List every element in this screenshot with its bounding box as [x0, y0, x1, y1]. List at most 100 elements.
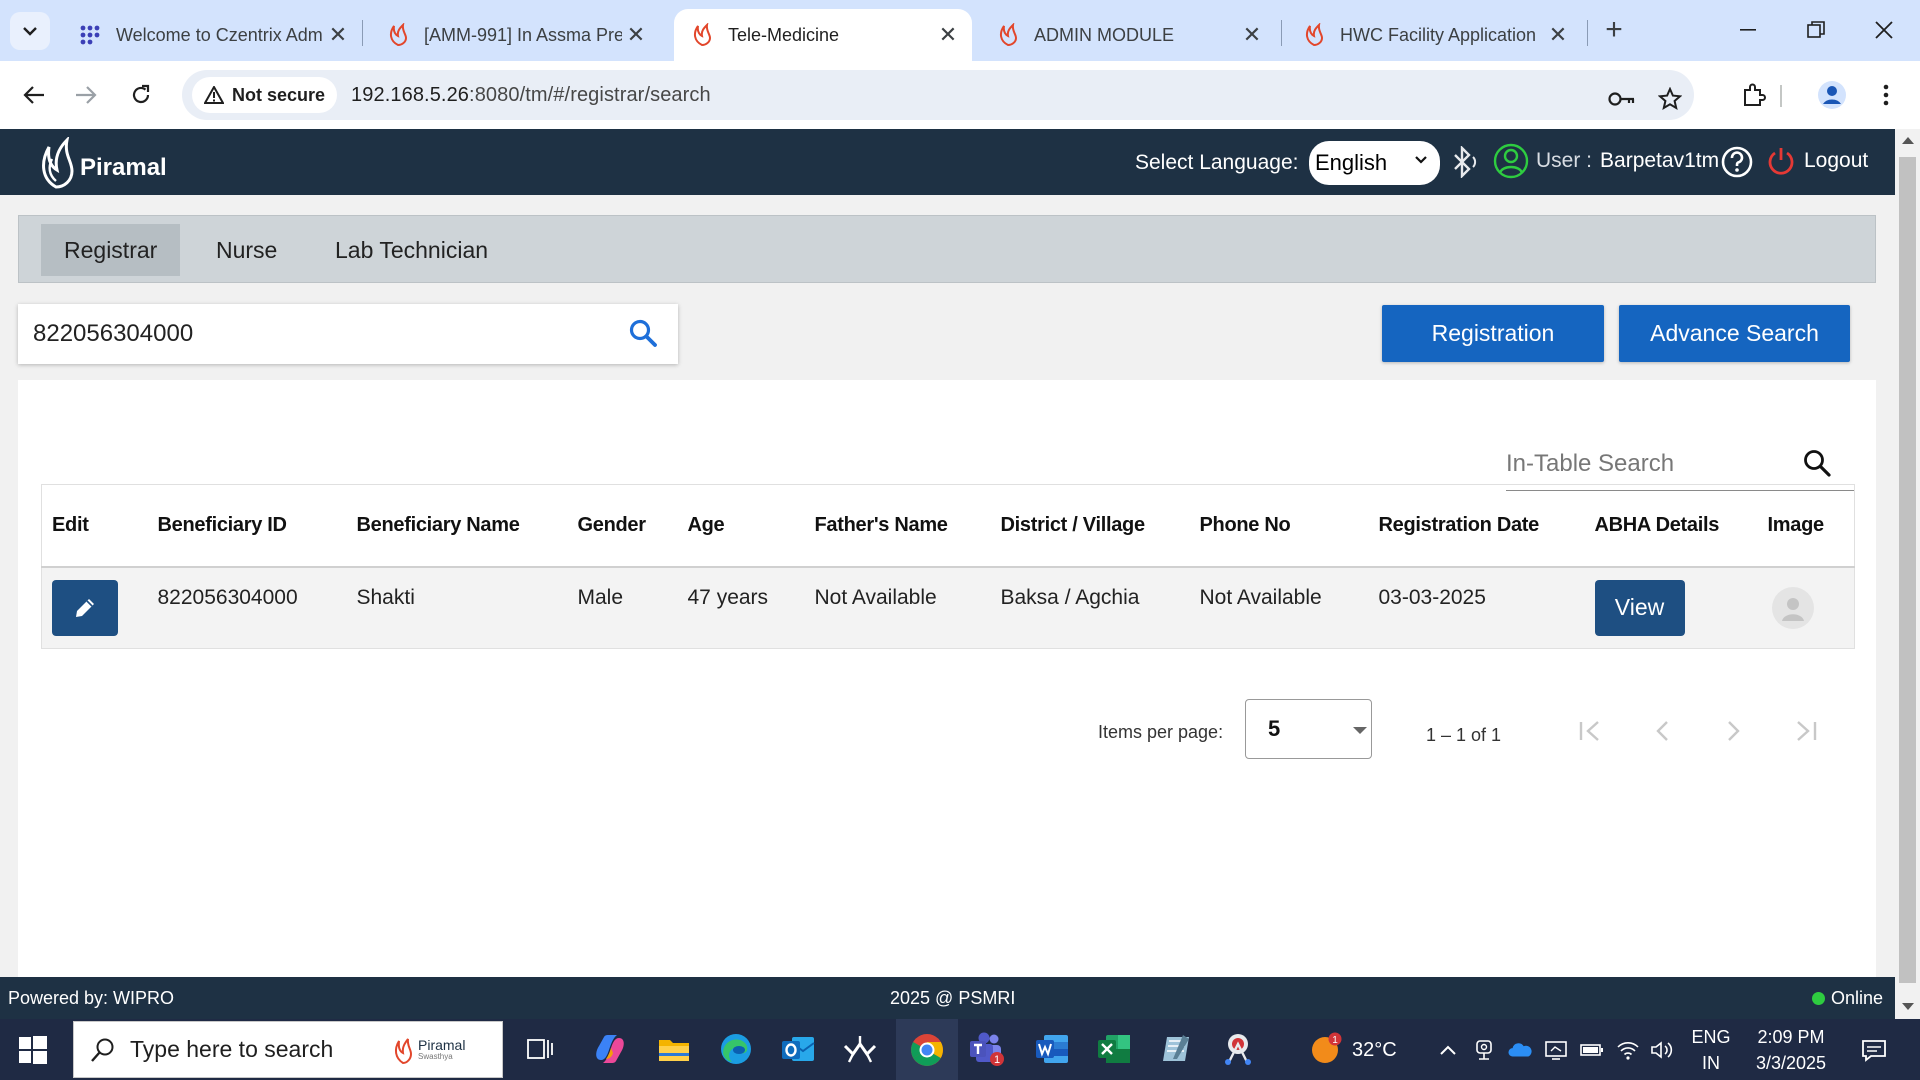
teams-badge: 1 [994, 1054, 1000, 1066]
next-page-button[interactable] [1716, 713, 1752, 749]
help-icon[interactable] [1720, 145, 1754, 179]
onedrive-icon[interactable] [1508, 1039, 1532, 1061]
teams-icon[interactable]: 1 [966, 1029, 1006, 1069]
volume-icon[interactable] [1650, 1039, 1674, 1061]
outlook-icon[interactable] [778, 1029, 818, 1069]
piramal-logo[interactable]: Piramal [38, 137, 167, 189]
notifications-icon[interactable] [1860, 1037, 1888, 1063]
scroll-down-arrow-icon[interactable] [1902, 1003, 1914, 1010]
snipping-tool-icon[interactable] [1218, 1029, 1258, 1069]
windows-start-icon[interactable] [18, 1035, 48, 1065]
display-icon[interactable] [1544, 1039, 1568, 1061]
tab-title: Welcome to Czentrix Adm [116, 24, 323, 45]
menu-kebab-icon[interactable] [1870, 79, 1902, 111]
notepad-icon[interactable] [1156, 1029, 1196, 1069]
address-bar[interactable]: Not secure 192.168.5.26:8080/tm/#/regist… [182, 70, 1694, 120]
gender-cell: Male [567, 566, 678, 649]
user-label: User : [1536, 149, 1593, 172]
extensions-icon[interactable] [1738, 79, 1770, 111]
tab-nurse[interactable]: Nurse [193, 224, 300, 276]
in-table-search-input[interactable] [1506, 450, 1796, 478]
items-per-page-label: Items per page: [1098, 722, 1224, 742]
profile-avatar-icon[interactable] [1816, 79, 1848, 111]
close-icon[interactable]: ✕ [1544, 21, 1572, 49]
search-icon[interactable] [1802, 448, 1834, 480]
word-icon[interactable] [1032, 1029, 1072, 1069]
camera-icon[interactable] [1472, 1039, 1496, 1061]
beneficiary-avatar-icon[interactable] [1771, 586, 1814, 629]
password-key-icon[interactable] [1608, 85, 1636, 113]
close-icon[interactable]: ✕ [622, 21, 650, 49]
url-text[interactable]: 192.168.5.26:8080/tm/#/registrar/search [351, 84, 711, 107]
edge-browser-icon[interactable] [716, 1029, 756, 1069]
weather-icon[interactable]: 1 [1306, 1029, 1346, 1069]
back-button[interactable] [16, 77, 52, 113]
registration-button[interactable]: Registration [1382, 305, 1604, 362]
input-language[interactable]: ENG IN [1688, 1024, 1734, 1076]
forward-button[interactable] [68, 77, 104, 113]
tab-admin-module[interactable]: ADMIN MODULE ✕ [980, 9, 1276, 61]
wifi-icon[interactable] [1616, 1039, 1640, 1061]
in-table-search [1506, 432, 1854, 491]
network-tool-icon[interactable] [840, 1029, 880, 1069]
language-select[interactable]: English [1309, 141, 1440, 185]
first-page-button[interactable] [1572, 713, 1608, 749]
logout-link[interactable]: Logout [1804, 149, 1868, 173]
scrollbar-thumb[interactable] [1899, 157, 1916, 983]
new-tab-button[interactable]: + [1598, 13, 1630, 46]
previous-page-button[interactable] [1644, 713, 1680, 749]
taskbar-search[interactable]: Type here to search Piramal Swasthya [73, 1021, 503, 1078]
close-icon[interactable]: ✕ [934, 21, 962, 49]
reload-button[interactable] [123, 77, 159, 113]
app-header: Piramal Select Language: English User : B… [0, 129, 1895, 195]
close-icon[interactable]: ✕ [324, 21, 352, 49]
user-info: User : Barpetav1tm [1536, 149, 1719, 173]
weather-temp: 32°C [1352, 1039, 1397, 1061]
items-per-page-select[interactable]: 5 [1245, 699, 1372, 759]
edit-button[interactable] [52, 579, 118, 636]
abha-view-button[interactable]: View [1594, 579, 1685, 636]
last-page-icon [1797, 721, 1817, 741]
minimize-button[interactable] [1728, 12, 1768, 48]
file-explorer-icon[interactable] [654, 1029, 694, 1069]
chrome-icon[interactable] [896, 1019, 958, 1080]
tab-amm-991[interactable]: [AMM-991] In Assma Pre ✕ [370, 9, 660, 61]
battery-icon[interactable] [1580, 1039, 1604, 1061]
bluetooth-icon[interactable] [1450, 145, 1480, 179]
tab-czentrix[interactable]: Welcome to Czentrix Adm ✕ [62, 9, 362, 61]
power-icon[interactable] [1764, 144, 1798, 178]
windows-taskbar: Type here to search Piramal Swasthya 1 1… [0, 1019, 1920, 1080]
last-page-button[interactable] [1788, 713, 1824, 749]
close-window-button[interactable] [1864, 12, 1904, 48]
scroll-up-arrow-icon[interactable] [1902, 137, 1914, 144]
bookmark-star-icon[interactable] [1656, 85, 1684, 113]
copilot-icon[interactable] [590, 1029, 630, 1069]
chevron-up-icon[interactable] [1436, 1039, 1460, 1061]
caret-down-icon [1353, 727, 1367, 734]
beneficiary-table: Edit Beneficiary ID Beneficiary Name Gen… [41, 484, 1855, 649]
tab-search-button[interactable] [10, 12, 50, 50]
tab-registrar[interactable]: Registrar [41, 224, 181, 276]
excel-icon[interactable] [1094, 1029, 1134, 1069]
restore-icon [1807, 21, 1825, 38]
tab-tele-medicine[interactable]: Tele-Medicine ✕ [674, 9, 972, 61]
close-icon[interactable]: ✕ [1238, 21, 1266, 49]
arrow-right-icon [76, 86, 97, 104]
search-input[interactable] [33, 320, 613, 348]
role-tabs: Registrar Nurse Lab Technician [18, 215, 1876, 283]
advance-search-button[interactable]: Advance Search [1619, 305, 1850, 362]
page-viewport: Piramal Select Language: English User : B… [0, 129, 1895, 1019]
tab-separator [1281, 20, 1282, 46]
col-image: Image [1757, 484, 1855, 568]
clock[interactable]: 2:09 PM 3/3/2025 [1744, 1024, 1838, 1076]
search-icon[interactable] [626, 316, 660, 350]
restore-button[interactable] [1796, 12, 1836, 48]
tab-lab-technician[interactable]: Lab Technician [312, 224, 511, 276]
arrow-left-icon [23, 86, 44, 104]
task-view-icon[interactable] [520, 1029, 560, 1069]
chevron-down-icon [1415, 156, 1427, 164]
col-age: Age [677, 484, 805, 568]
tab-hwc-facility[interactable]: HWC Facility Application ✕ [1286, 9, 1582, 61]
page-scrollbar[interactable] [1895, 129, 1920, 1019]
security-chip[interactable]: Not secure [192, 77, 338, 113]
